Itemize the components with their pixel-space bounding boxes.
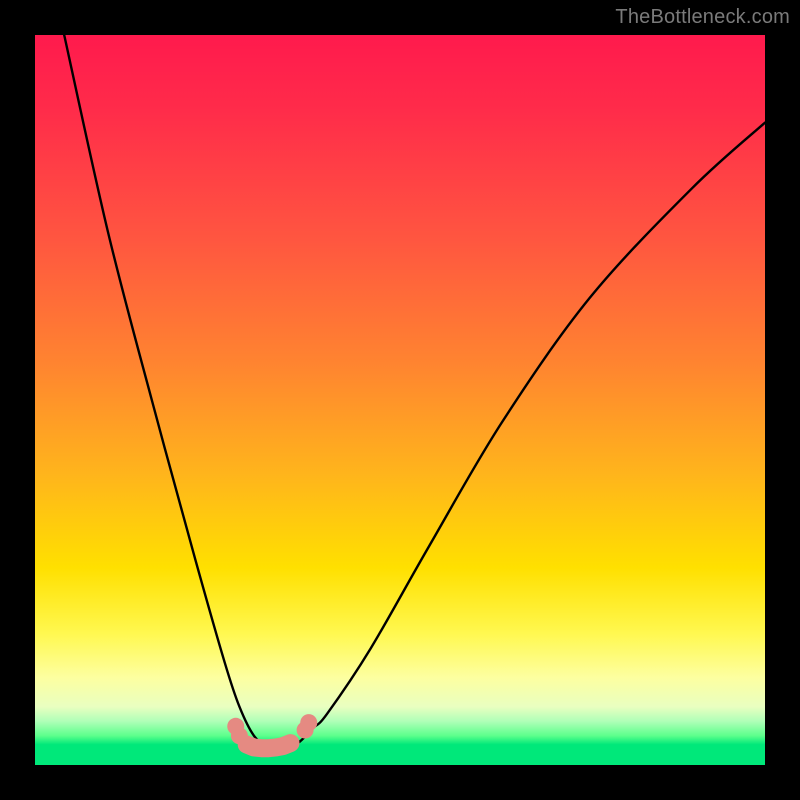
plot-area xyxy=(35,35,765,765)
valley-blob xyxy=(247,743,291,748)
bottleneck-curve-svg xyxy=(35,35,765,765)
chart-frame: TheBottleneck.com xyxy=(0,0,800,800)
watermark-text: TheBottleneck.com xyxy=(615,6,790,29)
bottleneck-curve xyxy=(64,35,765,748)
right-dots-dot xyxy=(300,714,317,731)
marker-group xyxy=(227,714,317,748)
